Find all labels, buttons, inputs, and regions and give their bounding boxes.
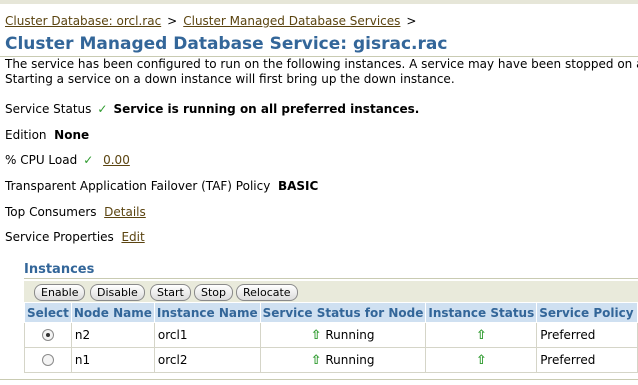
node-name-cell: n2	[70, 322, 155, 348]
instances-table: Select Node Name Instance Name Service S…	[24, 302, 638, 373]
instances-divider	[24, 278, 638, 279]
column-header-instance-name: Instance Name	[153, 302, 261, 323]
service-policy-cell: Preferred	[536, 347, 638, 373]
select-radio[interactable]	[41, 353, 54, 366]
table-row: n2 orcl1 ⇧ Running ⇧ Preferred	[24, 322, 638, 348]
cpu-load-row: % CPU Load ✓ 0.00	[5, 153, 130, 167]
enable-button[interactable]: Enable	[34, 284, 86, 301]
edition-row: Edition None	[5, 128, 89, 142]
taf-policy-value: BASIC	[277, 179, 319, 193]
edition-label: Edition	[5, 128, 47, 142]
service-properties-label: Service Properties	[5, 230, 114, 244]
up-arrow-icon: ⇧	[475, 327, 487, 343]
relocate-button[interactable]: Relocate	[236, 284, 298, 301]
page-description: The service has been configured to run o…	[5, 57, 638, 87]
cpu-load-link[interactable]: 0.00	[103, 153, 130, 167]
breadcrumb-cluster-database-link[interactable]: Cluster Database: orcl.rac	[5, 14, 161, 28]
service-properties-edit-link[interactable]: Edit	[121, 230, 144, 244]
taf-policy-row: Transparent Application Failover (TAF) P…	[5, 179, 318, 193]
bottom-divider	[0, 379, 638, 380]
node-name-cell: n1	[70, 347, 155, 373]
edition-value: None	[54, 128, 90, 142]
instance-status-cell: ⇧	[425, 347, 538, 373]
start-button[interactable]: Start	[150, 284, 191, 301]
select-cell	[24, 347, 72, 373]
column-header-node-name: Node Name	[70, 302, 155, 323]
service-status-cell: ⇧ Running	[259, 322, 427, 348]
top-consumers-label: Top Consumers	[5, 205, 97, 219]
table-row: n1 orcl2 ⇧ Running ⇧ Preferred	[24, 347, 638, 373]
service-status-cell: ⇧ Running	[259, 347, 427, 373]
instance-name-cell: orcl2	[153, 347, 261, 373]
top-consumers-row: Top Consumers Details	[5, 205, 146, 219]
description-line-2: Starting a service on a down instance wi…	[5, 72, 455, 86]
up-arrow-icon: ⇧	[310, 352, 322, 368]
instance-name-cell: orcl1	[153, 322, 261, 348]
cpu-load-label: % CPU Load	[5, 153, 78, 167]
breadcrumb-separator: >	[167, 14, 178, 28]
check-icon: ✓	[97, 102, 108, 116]
page-title: Cluster Managed Database Service: gisrac…	[5, 34, 448, 54]
select-cell	[24, 322, 72, 348]
instances-section-title: Instances	[24, 262, 95, 277]
service-status-text: Running	[325, 327, 375, 342]
service-status-value: Service is running on all preferred inst…	[113, 102, 420, 116]
column-header-instance-status: Instance Status	[425, 302, 538, 323]
service-properties-row: Service Properties Edit	[5, 230, 145, 244]
top-border	[0, 0, 638, 4]
column-header-service-policy: Service Policy	[536, 302, 638, 323]
taf-policy-label: Transparent Application Failover (TAF) P…	[5, 179, 271, 193]
service-status-label: Service Status	[5, 102, 92, 116]
table-header-row: Select Node Name Instance Name Service S…	[24, 302, 638, 323]
breadcrumb-services-link[interactable]: Cluster Managed Database Services	[183, 14, 400, 28]
up-arrow-icon: ⇧	[475, 352, 487, 368]
stop-button[interactable]: Stop	[194, 284, 234, 301]
service-status-text: Running	[325, 352, 375, 367]
up-arrow-icon: ⇧	[310, 327, 322, 343]
instances-toolbar: Enable Disable Start Stop Relocate	[24, 281, 638, 302]
service-status-row: Service Status ✓ Service is running on all…	[5, 102, 419, 116]
disable-button[interactable]: Disable	[90, 284, 145, 301]
service-policy-cell: Preferred	[536, 322, 638, 348]
instance-status-cell: ⇧	[425, 322, 538, 348]
top-consumers-details-link[interactable]: Details	[104, 205, 146, 219]
check-icon: ✓	[83, 153, 94, 167]
breadcrumb-separator: >	[406, 14, 417, 28]
breadcrumb: Cluster Database: orcl.rac > Cluster Manag…	[5, 14, 422, 28]
select-radio[interactable]	[41, 328, 54, 341]
description-line-1: The service has been configured to run o…	[5, 57, 638, 71]
column-header-service-status: Service Status for Node	[259, 302, 427, 323]
column-header-select: Select	[24, 302, 72, 323]
